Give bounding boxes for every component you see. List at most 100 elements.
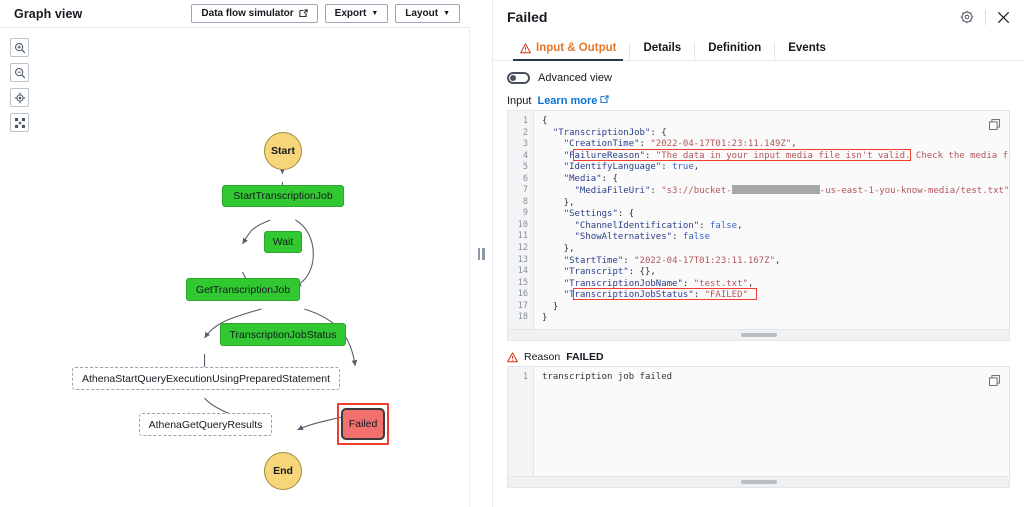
- tab-details[interactable]: Details: [630, 41, 696, 60]
- detail-panel-actions: [960, 9, 1010, 25]
- reason-code-inner: 1 transcription job failed: [508, 367, 1009, 477]
- input-code-content: { "TranscriptionJob": { "CreationTime": …: [534, 111, 1009, 330]
- layout-label: Layout: [405, 8, 439, 19]
- advanced-view-label: Advanced view: [538, 72, 612, 84]
- export-label: Export: [334, 8, 367, 19]
- graph-node-athena-start-query-execution[interactable]: AthenaStartQueryExecutionUsingPreparedSt…: [72, 367, 340, 390]
- copy-reason-button[interactable]: [989, 373, 1000, 391]
- code-line: "CreationTime": "2022-04-17T01:23:11.149…: [563, 139, 797, 150]
- code-line: }: [542, 301, 559, 312]
- step-functions-execution-view: Graph view Data flow simulator Export ▼: [0, 0, 1024, 507]
- graph-node-wait[interactable]: Wait: [264, 231, 302, 253]
- zoom-in-button[interactable]: [10, 38, 29, 57]
- code-line: "Settings": {: [563, 209, 635, 220]
- reason-horizontal-scrollbar[interactable]: [508, 476, 1009, 487]
- header-divider: [985, 9, 986, 25]
- tab-label: Events: [788, 41, 826, 54]
- graph-node-end[interactable]: End: [264, 452, 302, 490]
- graph-node-athena-get-query-results[interactable]: AthenaGetQueryResults: [139, 413, 272, 436]
- reason-section-header: Reason FAILED: [507, 351, 1010, 363]
- line-number: 11: [517, 231, 528, 242]
- line-number: 17: [517, 300, 528, 311]
- line-number: 1: [522, 372, 528, 382]
- fullscreen-icon: [14, 117, 26, 129]
- graph-node-start[interactable]: Start: [264, 132, 302, 170]
- external-link-icon: [600, 95, 609, 107]
- close-icon[interactable]: [997, 11, 1010, 24]
- line-number: 6: [522, 173, 528, 184]
- code-line: "TranscriptionJobName": "test.txt",: [563, 278, 754, 289]
- export-button[interactable]: Export ▼: [324, 4, 389, 23]
- page-title: Graph view: [14, 6, 83, 21]
- code-line: transcription job failed: [542, 372, 673, 382]
- graph-node-label: TranscriptionJobStatus: [229, 328, 337, 341]
- graph-node-label: Wait: [272, 236, 294, 248]
- graph-node-transcription-job-status[interactable]: TranscriptionJobStatus: [220, 323, 346, 346]
- scrollbar-thumb[interactable]: [740, 480, 777, 484]
- advanced-view-row: Advanced view: [507, 72, 1010, 84]
- zoom-to-fit-icon: [14, 92, 26, 104]
- learn-more-link[interactable]: Learn more: [537, 95, 609, 107]
- line-number: 4: [522, 150, 528, 161]
- input-section-header: Input Learn more: [507, 95, 1010, 107]
- line-number: 8: [522, 196, 528, 207]
- graph-node-get-transcription-job[interactable]: GetTranscriptionJob: [186, 278, 300, 301]
- input-label: Input: [507, 95, 532, 107]
- graph-node-label: GetTranscriptionJob: [195, 283, 291, 296]
- tab-events[interactable]: Events: [775, 41, 839, 61]
- tab-label: Input & Output: [536, 41, 617, 54]
- line-number: 18: [517, 312, 528, 323]
- graph-view-header: Graph view Data flow simulator Export ▼: [0, 0, 470, 28]
- code-line: "TranscriptionJob": {: [552, 127, 667, 138]
- code-line: "ShowAlternatives": false: [574, 232, 710, 243]
- panel-resize-handle[interactable]: [470, 0, 492, 507]
- data-flow-simulator-button[interactable]: Data flow simulator: [191, 4, 318, 23]
- line-number: 5: [522, 162, 528, 173]
- zoom-to-fit-button[interactable]: [10, 88, 29, 107]
- line-number: 3: [522, 139, 528, 150]
- redaction-block: [731, 185, 820, 195]
- layout-button[interactable]: Layout ▼: [395, 4, 460, 23]
- advanced-view-toggle[interactable]: [507, 72, 530, 84]
- code-line: },: [542, 244, 575, 255]
- code-line: "Transcript": {},: [563, 267, 656, 278]
- tab-definition[interactable]: Definition: [695, 41, 776, 60]
- tab-label: Definition: [708, 41, 762, 54]
- zoom-in-icon: [14, 42, 26, 54]
- line-number: 14: [517, 266, 528, 277]
- graph-node-start-transcription-job[interactable]: StartTranscriptionJob: [222, 185, 344, 207]
- reason-label: Reason: [524, 351, 561, 363]
- reason-status-badge: FAILED: [566, 351, 604, 363]
- graph-node-failed[interactable]: Failed: [341, 408, 385, 440]
- input-horizontal-scrollbar[interactable]: [508, 329, 1009, 340]
- resize-grip-icon: [477, 247, 485, 260]
- input-line-numbers: 1 2 3 4 5 6 7 8 9 10 11 12 13 14 15 16 1…: [508, 111, 534, 330]
- detail-tabs: Input & Output Details Definition Events: [493, 34, 1024, 61]
- graph-canvas[interactable]: Start StartTranscriptionJob Wait GetTran…: [0, 28, 470, 507]
- detail-panel-body: Advanced view Input Learn more 1 2 3 4 5…: [493, 61, 1024, 507]
- code-line: "MediaFileUri": "s3://bucket- -us-east-1-…: [574, 185, 1009, 197]
- fullscreen-button[interactable]: [10, 113, 29, 132]
- tab-label: Details: [643, 41, 682, 54]
- tab-input-output[interactable]: Input & Output: [507, 41, 631, 61]
- zoom-out-button[interactable]: [10, 63, 29, 82]
- scrollbar-thumb[interactable]: [740, 333, 777, 337]
- code-line: }: [542, 313, 548, 324]
- reason-code-content: transcription job failed: [534, 367, 1009, 477]
- chevron-down-icon: ▼: [443, 10, 450, 17]
- line-number: 13: [517, 254, 528, 265]
- line-number: 12: [517, 243, 528, 254]
- chevron-down-icon: ▼: [371, 10, 379, 17]
- code-line: "FailureReason": "The data in your input…: [563, 150, 1009, 161]
- zoom-out-icon: [14, 67, 26, 79]
- line-number: 10: [517, 219, 528, 230]
- input-code-block[interactable]: 1 2 3 4 5 6 7 8 9 10 11 12 13 14 15 16 1…: [507, 110, 1010, 341]
- line-number: 16: [517, 289, 528, 300]
- input-code-inner: 1 2 3 4 5 6 7 8 9 10 11 12 13 14 15 16 1…: [508, 111, 1009, 330]
- graph-nodes-layer: Start StartTranscriptionJob Wait GetTran…: [0, 28, 469, 507]
- reason-code-block[interactable]: 1 transcription job failed: [507, 366, 1010, 488]
- copy-input-button[interactable]: [989, 117, 1000, 135]
- graph-node-label: Failed: [348, 418, 378, 430]
- line-number: 15: [517, 277, 528, 288]
- settings-gear-icon[interactable]: [960, 10, 974, 24]
